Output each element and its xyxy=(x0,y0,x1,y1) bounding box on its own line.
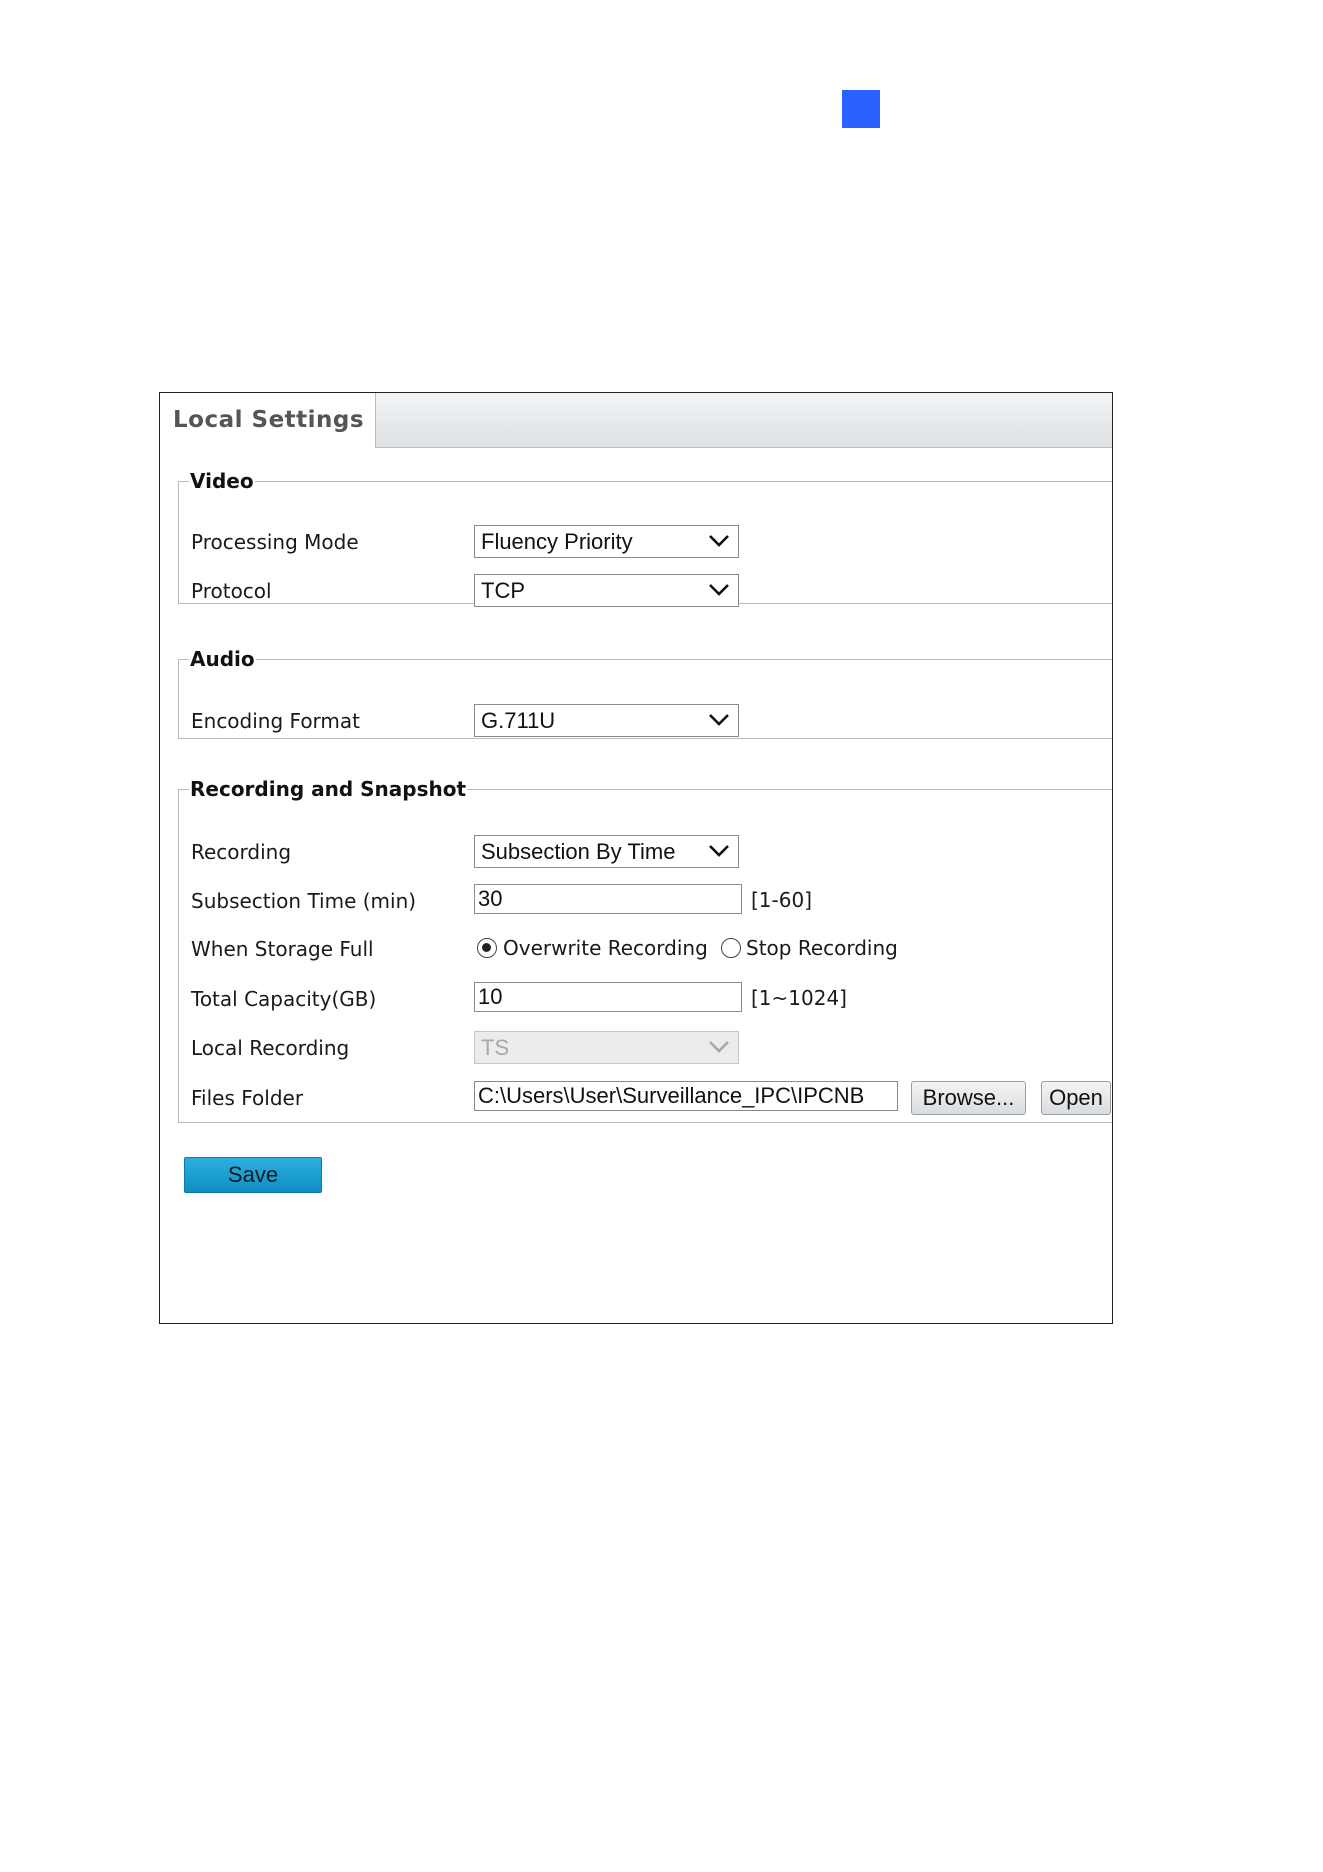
storage-full-label: When Storage Full xyxy=(191,937,374,961)
encoding-format-value: G.711U xyxy=(481,708,556,733)
recording-select[interactable]: Subsection By Time xyxy=(474,835,739,868)
browse-button[interactable]: Browse... xyxy=(911,1081,1026,1115)
processing-mode-label: Processing Mode xyxy=(191,530,359,554)
audio-legend: Audio xyxy=(190,647,255,671)
processing-mode-value: Fluency Priority xyxy=(481,529,633,554)
overwrite-recording-radio[interactable] xyxy=(477,938,497,958)
processing-mode-select[interactable]: Fluency Priority xyxy=(474,525,739,558)
chevron-down-icon xyxy=(709,584,729,596)
local-recording-select: TS xyxy=(474,1031,739,1064)
audio-group: Audio Encoding Format G.711U xyxy=(178,647,1112,739)
recording-value: Subsection By Time xyxy=(481,839,676,864)
tab-local-settings[interactable]: Local Settings xyxy=(160,393,376,448)
stop-recording-label[interactable]: Stop Recording xyxy=(746,932,898,964)
protocol-value: TCP xyxy=(481,578,525,603)
chevron-down-icon xyxy=(709,1041,729,1053)
chevron-down-icon xyxy=(709,845,729,857)
video-group: Video Processing Mode Fluency Priority P… xyxy=(178,469,1112,607)
recording-label: Recording xyxy=(191,840,292,864)
page-marker xyxy=(842,90,880,128)
tab-bar: Local Settings xyxy=(160,393,1112,448)
open-button[interactable]: Open xyxy=(1041,1081,1111,1115)
total-capacity-label: Total Capacity(GB) xyxy=(191,987,377,1011)
stop-recording-radio[interactable] xyxy=(721,938,741,958)
encoding-format-select[interactable]: G.711U xyxy=(474,704,739,737)
video-legend: Video xyxy=(190,469,254,493)
files-folder-input[interactable]: C:\Users\User\Surveillance_IPC\IPCNB xyxy=(474,1081,898,1111)
total-capacity-range: [1~1024] xyxy=(751,986,847,1010)
total-capacity-input[interactable]: 10 xyxy=(474,982,742,1012)
subsection-time-input[interactable]: 30 xyxy=(474,884,742,914)
local-settings-panel: Local Settings Video Processing Mode Flu… xyxy=(159,392,1113,1324)
local-recording-label: Local Recording xyxy=(191,1036,350,1060)
encoding-format-label: Encoding Format xyxy=(191,709,361,733)
chevron-down-icon xyxy=(709,535,729,547)
files-folder-label: Files Folder xyxy=(191,1086,304,1110)
radio-selected-dot xyxy=(482,943,491,952)
save-button[interactable]: Save xyxy=(184,1157,322,1193)
protocol-select[interactable]: TCP xyxy=(474,574,739,607)
chevron-down-icon xyxy=(709,714,729,726)
local-recording-value: TS xyxy=(481,1035,510,1060)
subsection-time-label: Subsection Time (min) xyxy=(191,889,417,913)
protocol-label: Protocol xyxy=(191,579,272,603)
recording-group: Recording and Snapshot Recording Subsect… xyxy=(178,777,1112,1123)
subsection-time-range: [1-60] xyxy=(751,888,812,912)
overwrite-recording-label[interactable]: Overwrite Recording xyxy=(503,932,708,964)
recording-legend: Recording and Snapshot xyxy=(190,777,467,801)
